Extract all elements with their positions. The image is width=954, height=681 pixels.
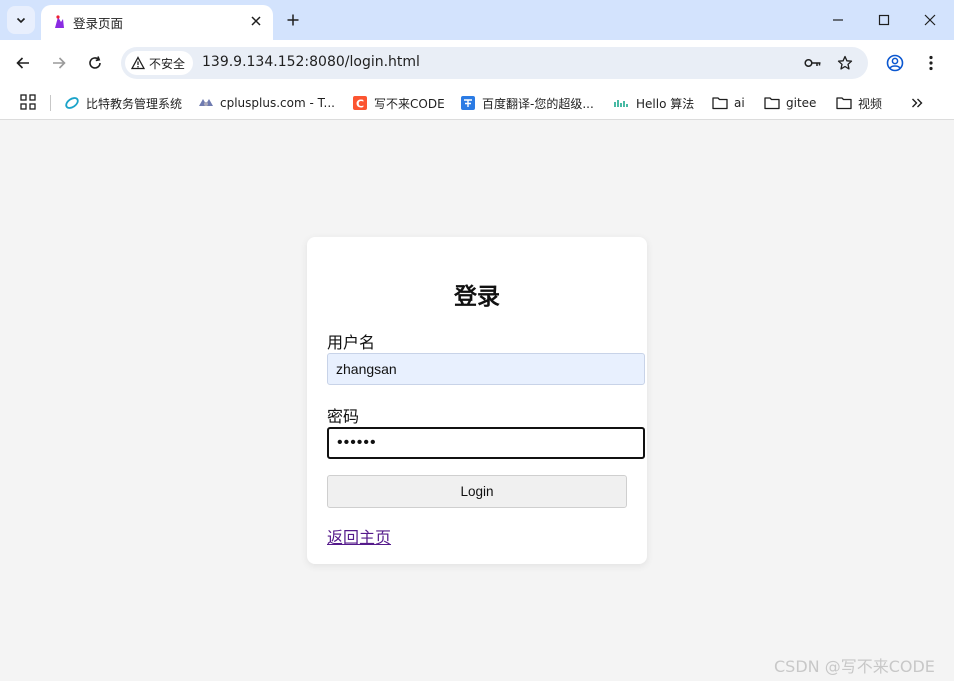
bookmark-item[interactable]: Hello 算法	[614, 92, 694, 114]
tab-favicon-icon	[55, 15, 64, 28]
page-title: 登录	[454, 284, 500, 310]
new-tab-button[interactable]	[283, 10, 303, 30]
login-button[interactable]: Login	[327, 475, 627, 508]
more-bookmarks-button[interactable]	[907, 93, 927, 113]
bookmark-folder[interactable]: 视频	[836, 92, 882, 114]
bookmark-folder[interactable]: gitee	[764, 92, 816, 114]
tab-strip: 登录页面	[0, 0, 954, 40]
translate-icon	[460, 95, 476, 111]
minimize-button[interactable]	[827, 9, 849, 31]
reload-button[interactable]	[83, 51, 107, 75]
star-icon	[837, 55, 853, 70]
folder-icon	[712, 95, 728, 111]
password-key-button[interactable]	[803, 53, 823, 73]
double-chevron-right-icon	[912, 98, 923, 108]
tab-search-button[interactable]	[7, 6, 35, 34]
bookmark-item[interactable]: 百度翻译-您的超级...	[460, 92, 594, 114]
close-icon	[251, 16, 261, 26]
profile-button[interactable]	[883, 51, 907, 75]
maximize-icon	[878, 14, 890, 26]
warning-icon	[131, 56, 145, 70]
back-button[interactable]	[11, 51, 35, 75]
password-label: 密码	[327, 407, 360, 426]
bookmark-star-button[interactable]	[835, 53, 855, 73]
username-input[interactable]	[327, 353, 645, 385]
folder-icon	[836, 95, 852, 111]
back-to-home-link[interactable]: 返回主页	[327, 524, 391, 548]
bookmark-item[interactable]: cplusplus.com - T...	[198, 92, 335, 114]
tab-close-button[interactable]	[247, 12, 265, 30]
svg-text:C: C	[356, 98, 364, 111]
chevron-down-icon	[16, 17, 26, 24]
csdn-icon: C	[352, 95, 368, 111]
apps-grid-icon[interactable]	[19, 93, 37, 111]
bookmarks-separator	[50, 95, 51, 111]
arrow-right-icon	[53, 57, 66, 69]
security-chip[interactable]: 不安全	[125, 51, 193, 75]
reload-icon	[89, 56, 101, 69]
browser-toolbar: 不安全 139.9.134.152:8080/login.html	[0, 40, 954, 86]
maximize-button[interactable]	[873, 9, 895, 31]
profile-icon	[886, 54, 904, 72]
key-icon	[804, 58, 821, 68]
address-bar[interactable]: 不安全 139.9.134.152:8080/login.html	[121, 47, 868, 79]
menu-button[interactable]	[919, 51, 943, 75]
minimize-icon	[833, 19, 843, 21]
bit-logo-icon	[64, 95, 80, 111]
cplusplus-icon	[198, 95, 214, 111]
bookmark-item[interactable]: C 写不来CODE	[352, 92, 445, 114]
bookmark-item[interactable]: 比特教务管理系统	[64, 92, 182, 114]
bookmark-folder[interactable]: ai	[712, 92, 745, 114]
kebab-menu-icon	[929, 55, 933, 71]
forward-button[interactable]	[47, 51, 71, 75]
bookmarks-bar: 比特教务管理系统 cplusplus.com - T... C 写不来CODE …	[0, 86, 954, 120]
username-label: 用户名	[327, 333, 376, 352]
window-close-button[interactable]	[919, 9, 941, 31]
security-label: 不安全	[149, 56, 186, 71]
close-icon	[924, 14, 936, 26]
arrow-left-icon	[16, 57, 29, 69]
login-card: 登录 用户名 密码 Login 返回主页	[307, 237, 647, 564]
tab-title: 登录页面	[73, 16, 124, 31]
active-tab[interactable]: 登录页面	[41, 5, 273, 40]
url-text[interactable]: 139.9.134.152:8080/login.html	[202, 54, 420, 70]
watermark: CSDN @写不来CODE	[774, 657, 935, 676]
plus-icon	[287, 14, 299, 26]
folder-icon	[764, 95, 780, 111]
password-input[interactable]	[327, 427, 645, 459]
hello-algo-icon	[614, 95, 630, 111]
